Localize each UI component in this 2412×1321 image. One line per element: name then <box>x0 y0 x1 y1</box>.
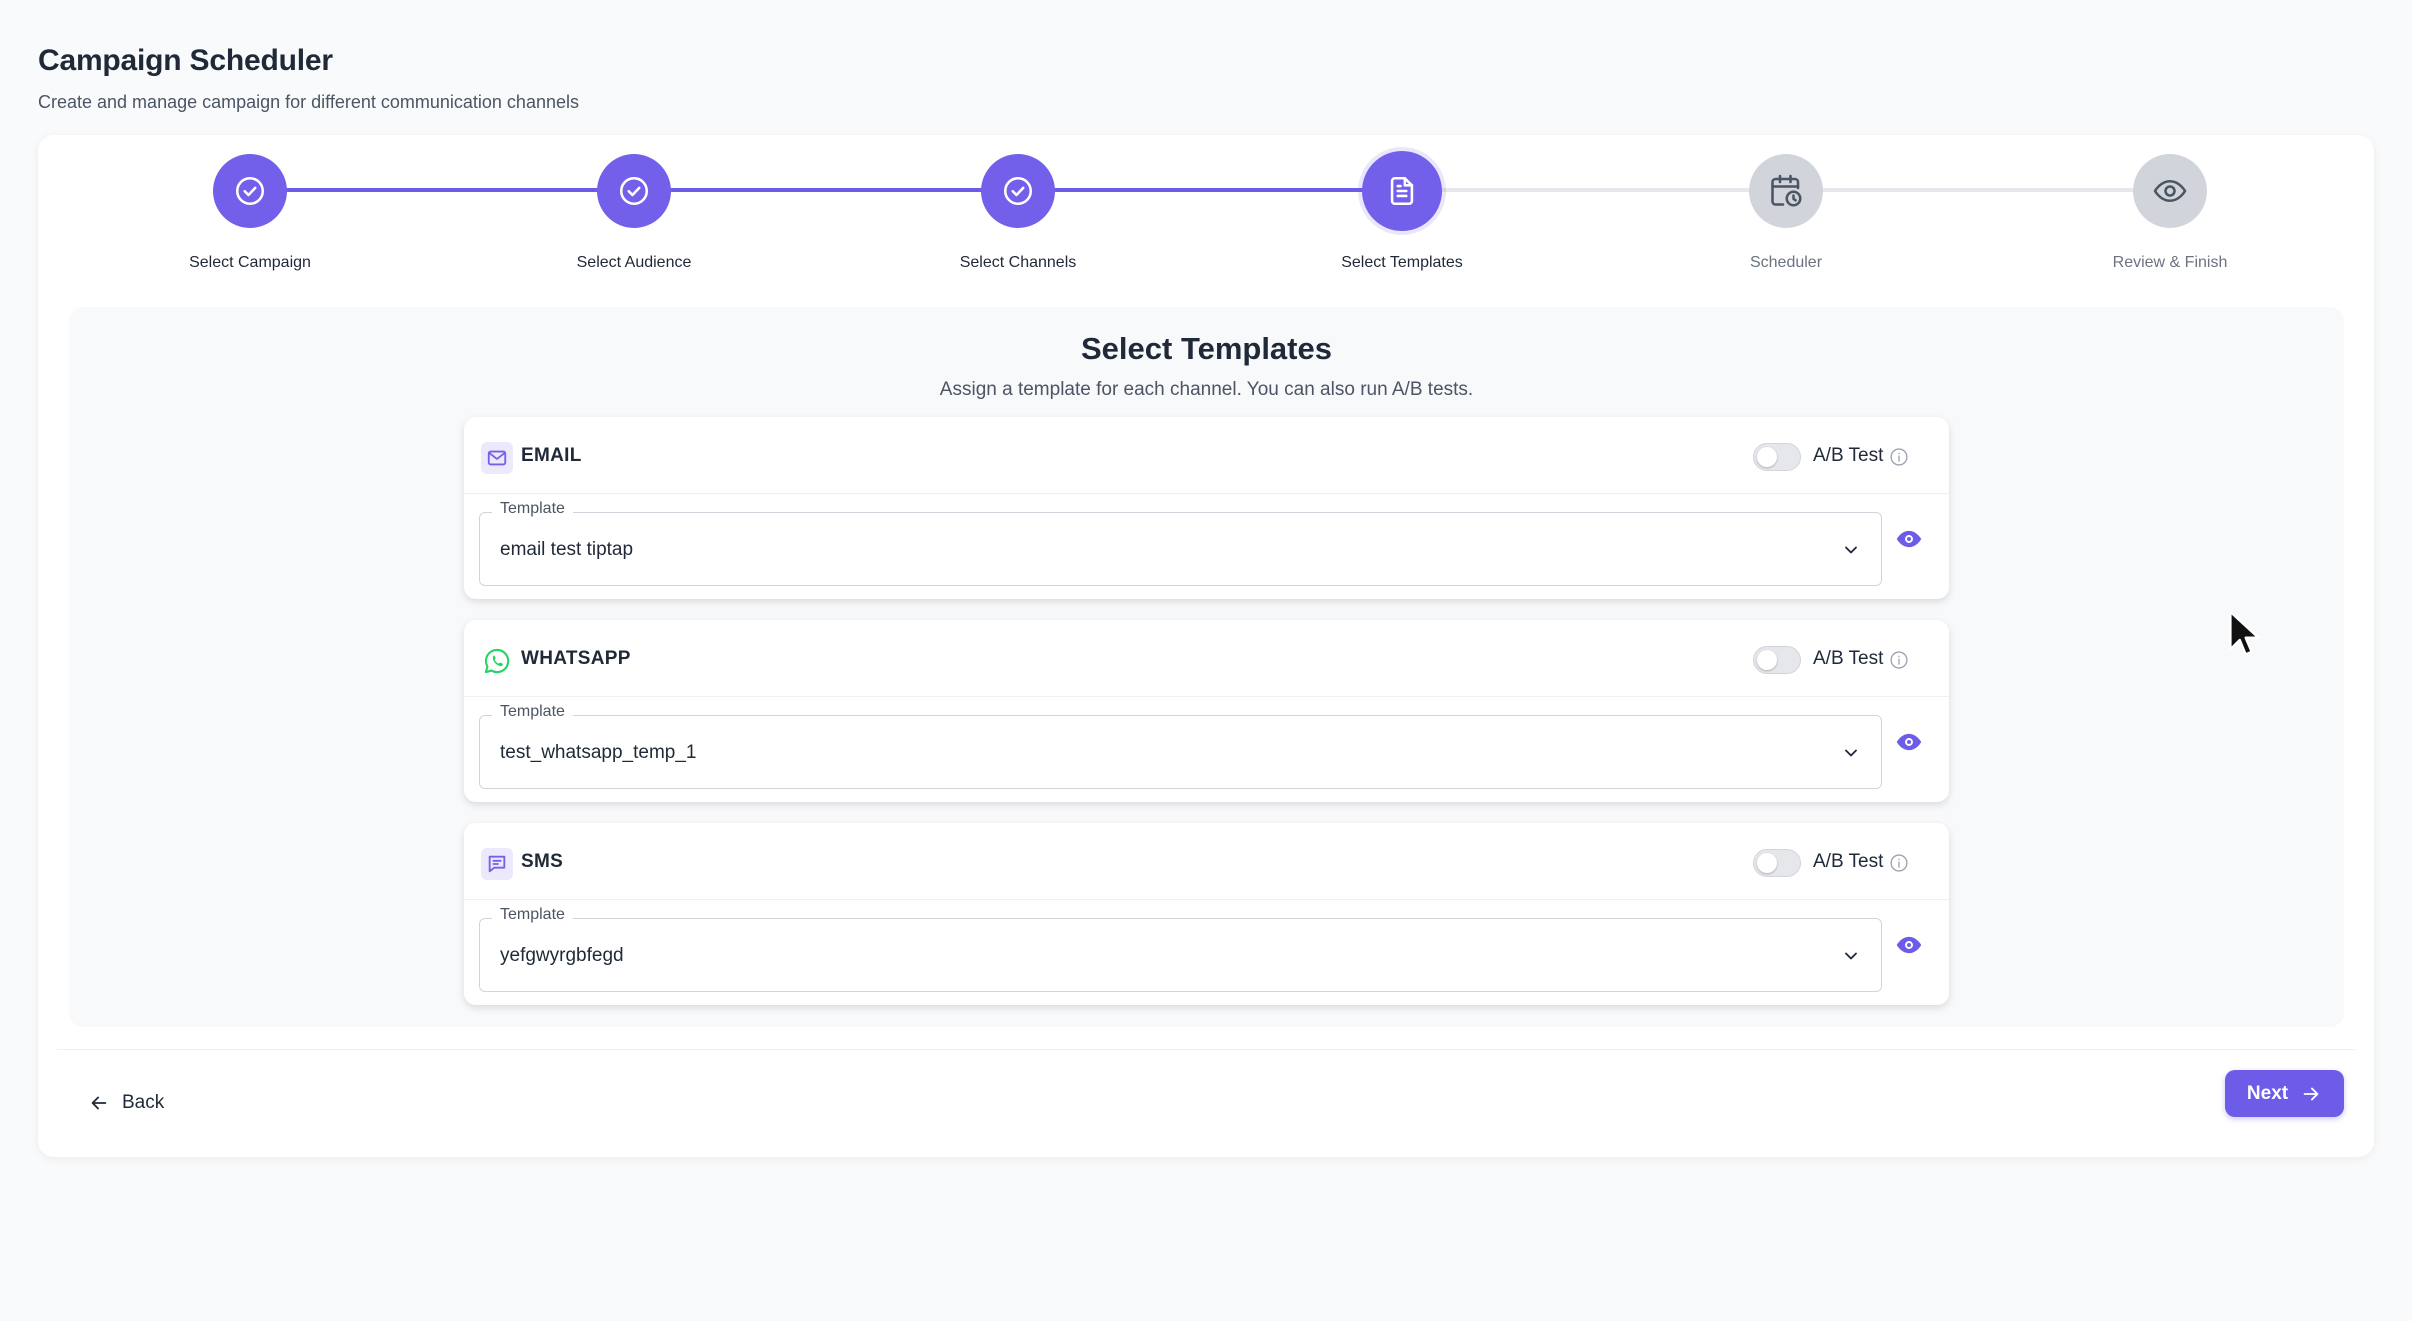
panel-subtitle: Assign a template for each channel. You … <box>939 379 1474 400</box>
step-label: Select Audience <box>576 254 692 271</box>
step-select-audience[interactable]: Select Audience <box>514 154 754 272</box>
channel-name: WHATSAPP <box>521 648 631 669</box>
step-circle <box>1362 151 1442 231</box>
back-label: Back <box>122 1092 165 1113</box>
step-review-finish[interactable]: Review & Finish <box>2050 154 2290 272</box>
next-label: Next <box>2246 1082 2289 1104</box>
step-label: Select Campaign <box>189 254 311 271</box>
step-circle <box>2133 154 2207 228</box>
template-value: email test tiptap <box>500 539 634 560</box>
step-label: Select Channels <box>959 254 1077 271</box>
ab-test-toggle[interactable] <box>1753 849 1801 877</box>
step-select-channels[interactable]: Select Channels <box>898 154 1138 272</box>
step-circle <box>213 154 287 228</box>
template-label: Template <box>492 703 573 721</box>
info-icon[interactable] <box>1889 650 1909 670</box>
template-label: Template <box>492 906 573 924</box>
ab-test-toggle[interactable] <box>1753 646 1801 674</box>
arrow-right-icon <box>2303 1087 2319 1100</box>
template-label: Template <box>492 500 573 518</box>
step-label: Review & Finish <box>2112 254 2228 271</box>
step-label: Select Templates <box>1341 254 1463 271</box>
chevron-down-icon <box>1845 749 1857 757</box>
next-button[interactable]: Next <box>2225 1070 2344 1117</box>
preview-eye-icon[interactable] <box>1895 931 1923 959</box>
toggle-knob <box>1757 650 1777 670</box>
back-button[interactable]: Back <box>78 1083 174 1123</box>
check-icon <box>619 176 649 206</box>
mouse-cursor-icon <box>2229 610 2260 656</box>
eye-icon <box>2153 179 2187 203</box>
toggle-knob <box>1757 853 1777 873</box>
channel-card-sms: SMS A/B Test Template yefgwyrgbfegd <box>464 823 1949 1005</box>
step-select-templates[interactable]: Select Templates <box>1282 151 1522 272</box>
template-select[interactable]: Template yefgwyrgbfegd <box>479 906 1882 992</box>
message-icon <box>481 848 513 880</box>
chevron-down-icon <box>1845 952 1857 960</box>
channel-card-whatsapp: WHATSAPP A/B Test Template test_whatsapp… <box>464 620 1949 802</box>
template-select[interactable]: Template test_whatsapp_temp_1 <box>479 703 1882 789</box>
document-icon <box>1390 176 1414 206</box>
channel-header: WHATSAPP A/B Test <box>464 620 1949 697</box>
channel-card-email: EMAIL A/B Test Template email test tipta… <box>464 417 1949 599</box>
step-circle <box>981 154 1055 228</box>
toggle-knob <box>1757 447 1777 467</box>
preview-eye-icon[interactable] <box>1895 728 1923 756</box>
channel-header: EMAIL A/B Test <box>464 417 1949 494</box>
stepper: Select Campaign Select Audience Select C… <box>38 135 2374 305</box>
ab-test-label: A/B Test <box>1813 648 1884 669</box>
check-icon <box>235 176 265 206</box>
arrow-left-icon <box>91 1096 107 1110</box>
template-value: yefgwyrgbfegd <box>500 945 624 966</box>
template-select[interactable]: Template email test tiptap <box>479 500 1882 586</box>
info-icon[interactable] <box>1889 853 1909 873</box>
campaign-card: Select Campaign Select Audience Select C… <box>38 135 2374 1157</box>
page-subtitle: Create and manage campaign for different… <box>38 92 579 112</box>
channel-name: EMAIL <box>521 445 582 466</box>
step-circle <box>1749 154 1823 228</box>
ab-test-label: A/B Test <box>1813 445 1884 466</box>
template-value: test_whatsapp_temp_1 <box>500 742 697 763</box>
footer-divider <box>57 1049 2355 1050</box>
panel-title: Select Templates <box>1081 331 1332 366</box>
mail-icon <box>481 442 513 474</box>
step-scheduler[interactable]: Scheduler <box>1666 154 1906 272</box>
whatsapp-icon <box>481 645 513 677</box>
step-select-campaign[interactable]: Select Campaign <box>130 154 370 272</box>
channel-name: SMS <box>521 851 564 872</box>
preview-eye-icon[interactable] <box>1895 525 1923 553</box>
page-title: Campaign Scheduler <box>38 44 333 77</box>
page-header: Campaign Scheduler Create and manage cam… <box>38 44 579 113</box>
ab-test-toggle[interactable] <box>1753 443 1801 471</box>
info-icon[interactable] <box>1889 447 1909 467</box>
templates-panel: Select Templates Assign a template for e… <box>69 307 2344 1027</box>
chevron-down-icon <box>1845 546 1857 554</box>
step-circle <box>597 154 671 228</box>
check-icon <box>1003 176 1033 206</box>
ab-test-label: A/B Test <box>1813 851 1884 872</box>
step-label: Scheduler <box>1749 254 1823 271</box>
channel-header: SMS A/B Test <box>464 823 1949 900</box>
calendar-clock-icon <box>1771 174 1802 207</box>
